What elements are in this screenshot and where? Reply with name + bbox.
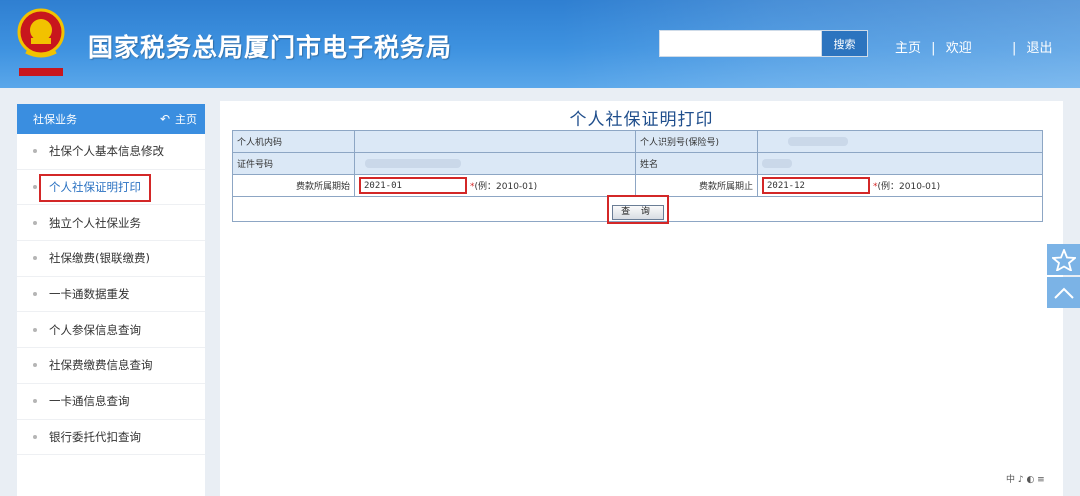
name-label: 姓名 (636, 153, 758, 174)
link-separator: | (931, 41, 936, 56)
cert-number-label: 证件号码 (233, 153, 355, 174)
bullet-icon (33, 220, 37, 225)
bullet-icon (33, 149, 37, 154)
bullet-icon (33, 399, 37, 404)
sidebar-item-unionpay-payment[interactable]: 社保缴费(银联缴费) (17, 241, 205, 277)
period-end-cell: *(例：2010-01) (758, 175, 1042, 196)
period-start-wrap: *(例：2010-01) (359, 177, 537, 194)
form-row: 个人机内码 个人识别号(保险号) (233, 131, 1042, 153)
main-panel: 个人社保证明打印 个人机内码 个人识别号(保险号) 证件号码 姓名 费款所属期始… (220, 101, 1063, 496)
search-input[interactable] (659, 30, 822, 57)
chevron-up-icon (1053, 287, 1074, 299)
redacted-value (762, 159, 792, 168)
period-start-cell: *(例：2010-01) (355, 175, 636, 196)
period-start-hint: *(例：2010-01) (470, 179, 537, 192)
sidebar-item-label: 社保个人基本信息修改 (49, 144, 164, 159)
period-end-input[interactable] (762, 177, 870, 194)
sidebar-item-payment-query[interactable]: 社保费缴费信息查询 (17, 348, 205, 384)
redacted-value (788, 137, 848, 146)
sidebar: 社保业务 ↶ 主页 社保个人基本信息修改 个人社保证明打印 独立个人社保业务 社… (17, 104, 205, 496)
home-link[interactable]: 主页 (895, 37, 921, 56)
query-highlight-box: 查 询 (606, 194, 669, 224)
sidebar-item-card-info-query[interactable]: 一卡通信息查询 (17, 384, 205, 420)
sidebar-item-label: 个人社保证明打印 (49, 180, 141, 195)
button-row: 查 询 (233, 194, 1042, 224)
sidebar-item-label: 社保缴费(银联缴费) (49, 251, 150, 266)
sidebar-item-label: 个人参保信息查询 (49, 322, 141, 337)
return-arrow-icon: ↶ (159, 112, 170, 126)
sidebar-home-link[interactable]: ↶ 主页 (160, 111, 197, 127)
period-end-hint: *(例：2010-01) (873, 179, 940, 192)
bullet-icon (33, 363, 37, 368)
welcome-text: 欢迎 (945, 41, 972, 56)
logout-link[interactable]: 退出 (1027, 37, 1053, 56)
ime-status-bar: 中 ♪ ◐ ≡ (1006, 475, 1045, 485)
period-start-label: 费款所属期始 (233, 175, 355, 196)
bullet-icon (33, 292, 37, 297)
sidebar-item-independent-business[interactable]: 独立个人社保业务 (17, 205, 205, 242)
sidebar-item-bank-debit-query[interactable]: 银行委托代扣查询 (17, 420, 205, 456)
sidebar-menu: 社保个人基本信息修改 个人社保证明打印 独立个人社保业务 社保缴费(银联缴费) … (17, 134, 205, 456)
link-separator: | (1011, 41, 1017, 56)
id-number-value (758, 131, 1042, 152)
search-button[interactable]: 搜索 (822, 30, 868, 57)
form-row: 证件号码 姓名 (233, 153, 1042, 175)
sidebar-item-label: 一卡通信息查询 (49, 394, 130, 409)
sidebar-title: 社保业务 (33, 113, 77, 126)
sidebar-item-label: 银行委托代扣查询 (49, 429, 141, 444)
format-hint: (例：2010-01) (474, 182, 538, 192)
query-button[interactable]: 查 询 (611, 204, 664, 220)
sidebar-item-certificate-print[interactable]: 个人社保证明打印 (17, 170, 205, 206)
id-number-label: 个人识别号(保险号) (636, 131, 758, 152)
site-title: 国家税务总局厦门市电子税务局 (88, 33, 453, 62)
sidebar-home-label: 主页 (175, 113, 197, 126)
sidebar-item-insurance-query[interactable]: 个人参保信息查询 (17, 312, 205, 349)
sidebar-item-label: 一卡通数据重发 (49, 287, 130, 302)
sidebar-item-card-data-resend[interactable]: 一卡通数据重发 (17, 277, 205, 313)
bullet-icon (33, 256, 37, 261)
period-end-label: 费款所属期止 (636, 175, 758, 196)
bullet-icon (33, 434, 37, 439)
sidebar-item-basic-info-edit[interactable]: 社保个人基本信息修改 (17, 134, 205, 170)
sidebar-item-label: 社保费缴费信息查询 (49, 358, 153, 373)
cert-number-value (355, 153, 636, 174)
internal-code-label: 个人机内码 (233, 131, 355, 152)
period-end-wrap: *(例：2010-01) (762, 177, 940, 194)
bullet-icon (33, 185, 37, 190)
star-icon (1051, 248, 1076, 271)
page-title: 个人社保证明打印 (569, 110, 714, 130)
name-value (758, 153, 1042, 174)
sidebar-header: 社保业务 ↶ 主页 (17, 104, 205, 134)
sidebar-item-label: 独立个人社保业务 (49, 215, 141, 230)
format-hint: (例：2010-01) (877, 182, 941, 192)
favorite-button[interactable] (1047, 244, 1080, 275)
internal-code-value (355, 131, 636, 152)
redacted-value (365, 159, 461, 168)
back-to-top-button[interactable] (1047, 277, 1080, 308)
bullet-icon (33, 327, 37, 332)
site-header: 国家税务总局厦门市电子税务局 搜索 主页 | 欢迎 | 退出 (0, 0, 1080, 88)
period-start-input[interactable] (359, 177, 467, 194)
top-links: 主页 | 欢迎 | 退出 (895, 37, 1053, 56)
query-form: 个人机内码 个人识别号(保险号) 证件号码 姓名 费款所属期始 *(例：2010… (232, 130, 1043, 224)
tax-emblem-icon (17, 8, 65, 76)
